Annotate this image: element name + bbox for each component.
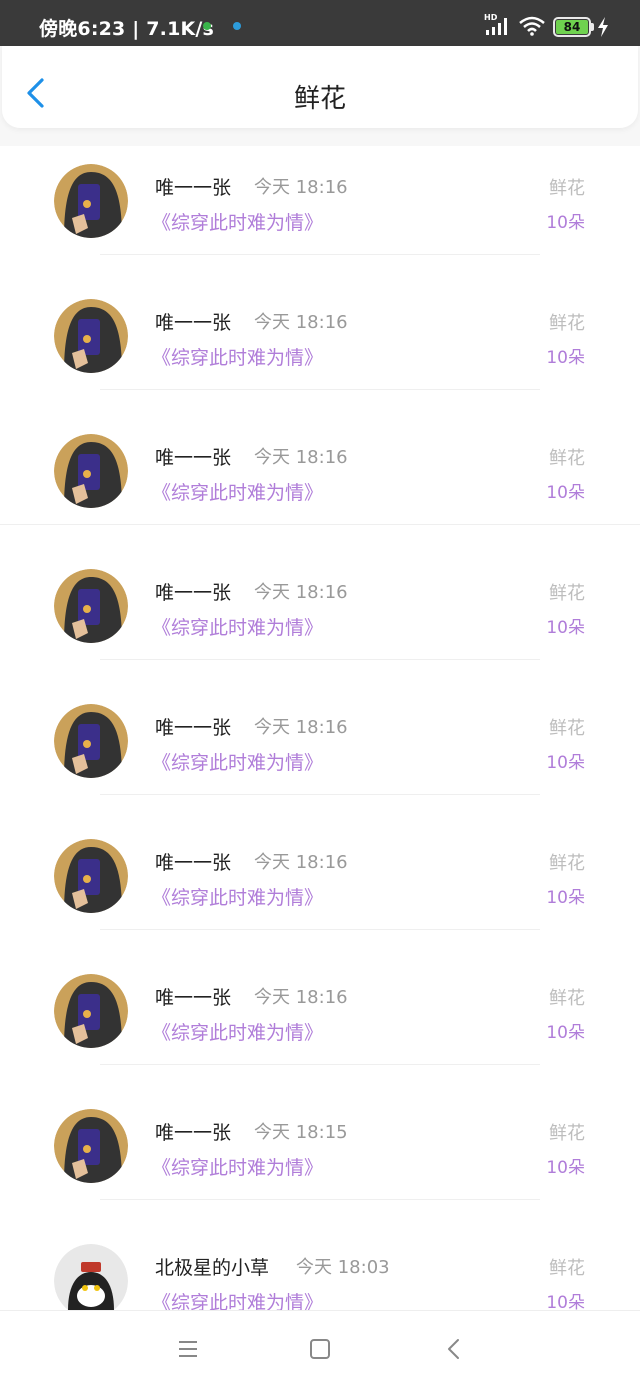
divider xyxy=(100,254,540,255)
gift-type: 鲜花 xyxy=(549,988,585,1009)
username[interactable]: 唯一一张 xyxy=(155,308,231,335)
list-item[interactable]: 唯一一张 今天 18:15 《综穿此时难为情》 鲜花 10朵 xyxy=(0,1091,640,1226)
divider xyxy=(100,929,540,930)
list-item[interactable]: 唯一一张 今天 18:16 《综穿此时难为情》 鲜花 10朵 xyxy=(0,821,640,956)
timestamp: 今天 18:03 xyxy=(296,1257,390,1278)
gift-count: 10朵 xyxy=(546,1158,585,1178)
avatar[interactable] xyxy=(54,839,128,913)
gift-count: 10朵 xyxy=(546,888,585,908)
list-item[interactable]: 唯一一张 今天 18:16 《综穿此时难为情》 鲜花 10朵 xyxy=(0,551,640,686)
timestamp: 今天 18:16 xyxy=(254,852,348,873)
charging-icon xyxy=(598,17,608,37)
timestamp: 今天 18:16 xyxy=(254,312,348,333)
timestamp: 今天 18:15 xyxy=(254,1122,348,1143)
username[interactable]: 唯一一张 xyxy=(155,578,231,605)
divider xyxy=(100,389,540,390)
gift-count: 10朵 xyxy=(546,483,585,503)
timestamp: 今天 18:16 xyxy=(254,987,348,1008)
book-title[interactable]: 《综穿此时难为情》 xyxy=(152,1153,323,1180)
list-item[interactable]: 唯一一张 今天 18:16 《综穿此时难为情》 鲜花 10朵 xyxy=(0,416,640,551)
divider xyxy=(100,659,540,660)
gift-count: 10朵 xyxy=(546,618,585,638)
book-title[interactable]: 《综穿此时难为情》 xyxy=(152,478,323,505)
gift-type: 鲜花 xyxy=(549,178,585,199)
gift-count: 10朵 xyxy=(546,1023,585,1043)
status-bar: 傍晚6:23 | 7.1K/s HD 84 xyxy=(0,0,640,46)
list-item[interactable]: 唯一一张 今天 18:16 《综穿此时难为情》 鲜花 10朵 xyxy=(0,956,640,1091)
avatar[interactable] xyxy=(54,569,128,643)
book-title[interactable]: 《综穿此时难为情》 xyxy=(152,613,323,640)
username[interactable]: 北极星的小草 xyxy=(155,1253,269,1280)
username[interactable]: 唯一一张 xyxy=(155,173,231,200)
divider xyxy=(100,794,540,795)
back-icon[interactable] xyxy=(441,1336,467,1362)
home-icon[interactable] xyxy=(307,1336,333,1362)
gift-type: 鲜花 xyxy=(549,313,585,334)
timestamp: 今天 18:16 xyxy=(254,177,348,198)
book-title[interactable]: 《综穿此时难为情》 xyxy=(152,1288,323,1310)
timestamp: 今天 18:16 xyxy=(254,717,348,738)
battery-tip xyxy=(591,23,594,31)
signal-icon xyxy=(486,18,507,35)
notification-dot-green-icon xyxy=(203,22,211,30)
book-title[interactable]: 《综穿此时难为情》 xyxy=(152,883,323,910)
username[interactable]: 唯一一张 xyxy=(155,983,231,1010)
flower-record-list[interactable]: 唯一一张 今天 18:16 《综穿此时难为情》 鲜花 10朵 唯一一张 今天 1… xyxy=(0,146,640,1310)
list-item[interactable]: 唯一一张 今天 18:16 《综穿此时难为情》 鲜花 10朵 xyxy=(0,686,640,821)
list-item[interactable]: 唯一一张 今天 18:16 《综穿此时难为情》 鲜花 10朵 xyxy=(0,146,640,281)
book-title[interactable]: 《综穿此时难为情》 xyxy=(152,748,323,775)
username[interactable]: 唯一一张 xyxy=(155,1118,231,1145)
system-nav-bar xyxy=(0,1310,640,1387)
timestamp: 今天 18:16 xyxy=(254,582,348,603)
battery-level: 84 xyxy=(556,20,588,34)
avatar[interactable] xyxy=(54,1244,128,1310)
gift-type: 鲜花 xyxy=(549,583,585,604)
divider xyxy=(0,524,640,525)
status-time-speed: 傍晚6:23 | 7.1K/s xyxy=(39,18,215,40)
book-title[interactable]: 《综穿此时难为情》 xyxy=(152,343,323,370)
gift-type: 鲜花 xyxy=(549,853,585,874)
divider xyxy=(100,1064,540,1065)
book-title[interactable]: 《综穿此时难为情》 xyxy=(152,1018,323,1045)
gift-count: 10朵 xyxy=(546,753,585,773)
avatar[interactable] xyxy=(54,1109,128,1183)
avatar[interactable] xyxy=(54,299,128,373)
avatar[interactable] xyxy=(54,704,128,778)
divider xyxy=(100,1199,540,1200)
gift-type: 鲜花 xyxy=(549,1123,585,1144)
gift-type: 鲜花 xyxy=(549,718,585,739)
header: 鲜花 xyxy=(2,46,638,128)
list-item[interactable]: 唯一一张 今天 18:16 《综穿此时难为情》 鲜花 10朵 xyxy=(0,281,640,416)
gift-type: 鲜花 xyxy=(549,1258,585,1279)
username[interactable]: 唯一一张 xyxy=(155,713,231,740)
username[interactable]: 唯一一张 xyxy=(155,848,231,875)
page-title: 鲜花 xyxy=(293,84,346,114)
avatar[interactable] xyxy=(54,164,128,238)
avatar[interactable] xyxy=(54,974,128,1048)
gift-count: 10朵 xyxy=(546,1293,585,1310)
notification-dot-blue-icon xyxy=(233,22,241,30)
book-title[interactable]: 《综穿此时难为情》 xyxy=(152,208,323,235)
gift-type: 鲜花 xyxy=(549,448,585,469)
gift-count: 10朵 xyxy=(546,213,585,233)
battery-icon: 84 xyxy=(553,17,591,37)
wifi-icon xyxy=(519,16,545,36)
avatar[interactable] xyxy=(54,434,128,508)
gift-count: 10朵 xyxy=(546,348,585,368)
timestamp: 今天 18:16 xyxy=(254,447,348,468)
menu-icon[interactable] xyxy=(175,1336,201,1362)
username[interactable]: 唯一一张 xyxy=(155,443,231,470)
list-item[interactable]: 北极星的小草 今天 18:03 《综穿此时难为情》 鲜花 10朵 xyxy=(0,1226,640,1310)
